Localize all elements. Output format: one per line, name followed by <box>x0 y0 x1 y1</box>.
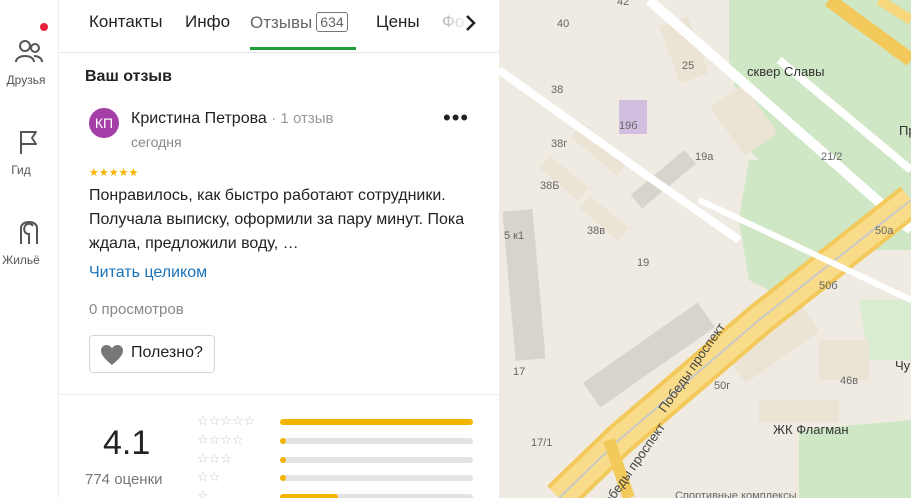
heart-icon <box>100 344 124 371</box>
review-author-meta: · 1 отзыв <box>271 110 334 127</box>
histogram-fill <box>280 438 286 444</box>
more-dots-icon: ••• <box>443 105 470 130</box>
review-text: Понравилось, как быстро работают сотрудн… <box>89 187 465 252</box>
map-canvas <box>499 0 911 498</box>
rail-friends-label: Друзья <box>6 73 46 87</box>
map-label: 25 <box>682 60 695 72</box>
map-label: 38в <box>587 225 606 237</box>
chevron-right-icon <box>466 15 476 31</box>
friends-icon <box>14 40 44 70</box>
your-review-title: Ваш отзыв <box>85 68 172 85</box>
map-label: 5 к1 <box>504 230 525 242</box>
histogram-stars: ☆☆☆☆☆ <box>197 413 256 428</box>
map-label: 38Б <box>540 180 560 192</box>
map-label: 50а <box>875 225 894 237</box>
histogram-fill <box>280 419 473 425</box>
rail-housing-label: Жильё <box>2 253 40 267</box>
rail-housing[interactable]: Жильё <box>0 214 58 267</box>
map-label: 21/2 <box>821 151 843 163</box>
tab-prices[interactable]: Цены <box>376 12 420 32</box>
rail-guide-label: Гид <box>11 163 31 177</box>
map-label: 40 <box>557 18 570 30</box>
histogram-track <box>280 438 473 444</box>
histogram-stars: ☆ <box>197 488 209 498</box>
tab-reviews-label: Отзывы <box>250 13 313 32</box>
map[interactable]: 42 40 25 38 19б 38г 19а 38Б 5 к1 38в 19 17 17/1 21/2 5… <box>499 0 911 498</box>
map-label: ЖК Флагман <box>773 422 849 437</box>
map-label: 50б <box>819 280 838 292</box>
map-label: 17/1 <box>531 437 553 449</box>
notification-dot <box>40 23 48 31</box>
map-label: 19б <box>619 120 638 132</box>
histogram-stars: ☆☆☆ <box>197 451 232 466</box>
map-label: 38 <box>551 84 564 96</box>
review-author[interactable]: Кристина Петрова <box>131 110 267 127</box>
star-icon: ★ <box>128 167 139 179</box>
reviews-count-badge: 634 <box>316 12 348 32</box>
useful-label: Полезно? <box>131 344 203 361</box>
more-options-button[interactable]: ••• <box>443 105 470 130</box>
map-label: 38г <box>551 138 568 150</box>
map-label: 46в <box>840 375 859 387</box>
map-label: 42 <box>617 0 630 8</box>
rating-value: 4.1 <box>103 424 151 462</box>
star-icon: ★ <box>108 167 119 179</box>
house-icon <box>15 221 43 250</box>
star-icon: ★ <box>89 167 99 179</box>
star-icon: ★ <box>118 167 129 179</box>
flag-icon <box>16 131 42 160</box>
tab-info[interactable]: Инфо <box>185 12 230 32</box>
histogram-stars: ☆☆☆☆ <box>197 432 244 447</box>
map-label: Чу <box>895 358 911 373</box>
review-views: 0 просмотров <box>89 301 184 318</box>
tabs-next-button[interactable] <box>464 14 476 37</box>
histogram-fill <box>280 494 338 498</box>
review-author-line: Кристина Петрова · 1 отзыв <box>131 110 333 128</box>
review-date: сегодня <box>131 134 182 150</box>
histogram-track <box>280 457 473 463</box>
read-more-link[interactable]: Читать целиком <box>89 264 207 282</box>
avatar[interactable]: КП <box>89 108 119 138</box>
histogram-track <box>280 475 473 481</box>
active-tab-indicator <box>250 47 356 50</box>
map-label: сквер Славы <box>747 64 825 79</box>
tab-contacts[interactable]: Контакты <box>89 12 162 32</box>
org-card-panel: Контакты Инфо Отзывы634 Цены Фо Ваш отзы… <box>59 0 499 498</box>
left-rail: Друзья Гид Жильё <box>0 0 59 498</box>
map-label: Спортивные комплексы <box>675 490 797 498</box>
histogram-track <box>280 494 473 498</box>
map-label: Пр <box>899 123 911 138</box>
rail-friends[interactable]: Друзья <box>0 38 58 87</box>
rating-count: 774 оценки <box>85 471 163 488</box>
useful-button[interactable]: Полезно? <box>89 335 215 373</box>
map-label: 17 <box>513 366 526 378</box>
histogram-fill <box>280 457 286 463</box>
map-label: 50г <box>714 380 731 392</box>
histogram-track <box>280 419 473 425</box>
map-label: 19 <box>637 257 650 269</box>
histogram-stars: ☆☆ <box>197 469 221 484</box>
star-icon: ★ <box>98 167 109 179</box>
review-stars: ★★★★★ <box>89 166 138 179</box>
tab-reviews[interactable]: Отзывы 634 <box>250 12 348 33</box>
divider <box>59 394 499 395</box>
map-label: 19а <box>695 151 714 163</box>
histogram-fill <box>280 475 286 481</box>
rail-guide[interactable]: Гид <box>0 128 58 177</box>
tab-bar: Контакты Инфо Отзывы634 Цены Фо <box>59 0 499 53</box>
